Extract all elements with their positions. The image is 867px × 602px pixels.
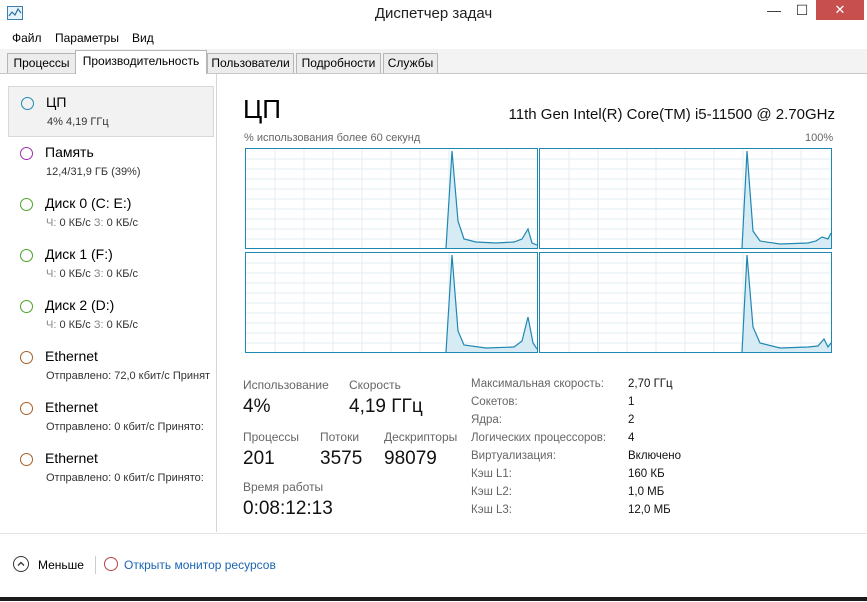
ethernet-indicator-icon — [20, 351, 33, 364]
open-resource-monitor-link[interactable]: Открыть монитор ресурсов — [124, 558, 276, 572]
footer-bar: Меньше Открыть монитор ресурсов — [0, 533, 867, 602]
menu-bar: Файл Параметры Вид — [0, 29, 867, 49]
prop-label: Ядра: — [471, 414, 503, 426]
prop-value: 160 КБ — [628, 468, 665, 480]
sidebar-item-ethernet-3[interactable]: Ethernet Отправлено: 0 кбит/с Принято: — [8, 443, 212, 492]
prop-label: Сокетов: — [471, 396, 518, 408]
window-title: Диспетчер задач — [374, 5, 493, 22]
chevron-up-icon[interactable] — [13, 556, 29, 572]
speed-value: 4,19 ГГц — [349, 396, 423, 417]
sidebar-item-memory[interactable]: Память 12,4/31,9 ГБ (39%) — [8, 137, 212, 186]
tab-users[interactable]: Пользователи — [207, 53, 294, 73]
sidebar-item-title: Память — [45, 144, 94, 160]
prop-label: Кэш L3: — [471, 504, 512, 516]
prop-value: 2 — [628, 414, 635, 426]
resource-monitor-icon[interactable] — [104, 557, 118, 571]
cpu-graph-core-2[interactable] — [245, 252, 538, 353]
sidebar-item-title: Ethernet — [45, 348, 98, 364]
sidebar-item-title: Ethernet — [45, 399, 98, 415]
prop-value: 1 — [628, 396, 635, 408]
disk-indicator-icon — [20, 249, 33, 262]
prop-value: 12,0 МБ — [628, 504, 671, 516]
prop-value: 1,0 МБ — [628, 486, 665, 498]
graph-caption: % использования более 60 секунд — [244, 132, 421, 144]
sidebar-item-subtitle: 12,4/31,9 ГБ (39%) — [46, 166, 141, 178]
minimize-button[interactable]: — — [760, 0, 788, 20]
tab-processes[interactable]: Процессы — [7, 53, 76, 73]
memory-indicator-icon — [20, 147, 33, 160]
prop-value: Включено — [628, 450, 682, 462]
prop-label: Кэш L2: — [471, 486, 512, 498]
processes-label: Процессы — [243, 430, 300, 444]
taskbar-edge — [0, 597, 867, 601]
disk-indicator-icon — [20, 300, 33, 313]
sidebar-item-cpu[interactable]: ЦП 4% 4,19 ГГц — [8, 86, 214, 137]
prop-value: 4 — [628, 432, 635, 444]
sidebar-item-ethernet-1[interactable]: Ethernet Отправлено: 72,0 кбит/с Принят — [8, 341, 212, 390]
threads-label: Потоки — [320, 430, 360, 444]
sidebar-item-disk-0[interactable]: Диск 0 (C: E:) Ч: 0 КБ/с З: 0 КБ/с — [8, 188, 212, 237]
handles-value: 98079 — [384, 448, 437, 469]
close-button[interactable]: ✕ — [816, 0, 864, 20]
prop-value: 2,70 ГГц — [628, 378, 673, 390]
sidebar-item-title: Диск 2 (D:) — [45, 297, 115, 313]
disk-indicator-icon — [20, 198, 33, 211]
usage-value: 4% — [243, 396, 271, 417]
sidebar-item-subtitle: Ч: 0 КБ/с З: 0 КБ/с — [46, 217, 138, 229]
sidebar-item-title: Диск 1 (F:) — [45, 246, 113, 262]
sidebar-item-subtitle: Ч: 0 КБ/с З: 0 КБ/с — [46, 268, 138, 280]
sidebar-item-title: Ethernet — [45, 450, 98, 466]
prop-label: Виртуализация: — [471, 450, 556, 462]
page-title: ЦП — [243, 94, 281, 124]
prop-label: Максимальная скорость: — [471, 378, 604, 390]
sidebar-item-subtitle: Отправлено: 0 кбит/с Принято: — [46, 472, 204, 484]
cpu-graph-core-3[interactable] — [539, 252, 832, 353]
tab-strip: Процессы Производительность Пользователи… — [0, 49, 867, 74]
ethernet-indicator-icon — [20, 402, 33, 415]
prop-label: Логических процессоров: — [471, 432, 607, 444]
sidebar-item-ethernet-2[interactable]: Ethernet Отправлено: 0 кбит/с Принято: — [8, 392, 212, 441]
ethernet-indicator-icon — [20, 453, 33, 466]
title-bar: Диспетчер задач — ☐ ✕ — [0, 0, 867, 28]
divider — [95, 556, 96, 574]
cpu-model-name: 11th Gen Intel(R) Core(TM) i5-11500 @ 2.… — [508, 106, 835, 123]
fewer-details-button[interactable]: Меньше — [38, 558, 84, 572]
menu-view[interactable]: Вид — [132, 31, 154, 45]
prop-label: Кэш L1: — [471, 468, 512, 480]
speed-label: Скорость — [349, 378, 401, 392]
resource-sidebar: ЦП 4% 4,19 ГГц Память 12,4/31,9 ГБ (39%)… — [0, 74, 217, 532]
menu-options[interactable]: Параметры — [55, 31, 119, 45]
tab-details[interactable]: Подробности — [296, 53, 381, 73]
uptime-value: 0:08:12:13 — [243, 498, 333, 519]
menu-file[interactable]: Файл — [12, 31, 42, 45]
sidebar-item-disk-1[interactable]: Диск 1 (F:) Ч: 0 КБ/с З: 0 КБ/с — [8, 239, 212, 288]
tab-services[interactable]: Службы — [383, 53, 438, 73]
cpu-graph-core-0[interactable] — [245, 148, 538, 249]
maximize-button[interactable]: ☐ — [788, 0, 816, 20]
handles-label: Дескрипторы — [384, 430, 458, 444]
sidebar-item-subtitle: Ч: 0 КБ/с З: 0 КБ/с — [46, 319, 138, 331]
sidebar-item-subtitle: 4% 4,19 ГГц — [47, 116, 109, 128]
cpu-indicator-icon — [21, 97, 34, 110]
usage-label: Использование — [243, 378, 329, 392]
graph-max-label: 100% — [805, 132, 834, 144]
sidebar-item-title: Диск 0 (C: E:) — [45, 195, 132, 211]
uptime-label: Время работы — [243, 480, 324, 494]
sidebar-item-subtitle: Отправлено: 72,0 кбит/с Принят — [46, 370, 211, 382]
tab-performance[interactable]: Производительность — [75, 50, 207, 74]
sidebar-item-disk-2[interactable]: Диск 2 (D:) Ч: 0 КБ/с З: 0 КБ/с — [8, 290, 212, 339]
sidebar-item-title: ЦП — [46, 94, 67, 110]
cpu-graph-core-1[interactable] — [539, 148, 832, 249]
cpu-detail-panel: ЦП 11th Gen Intel(R) Core(TM) i5-11500 @… — [217, 74, 867, 532]
threads-value: 3575 — [320, 448, 363, 469]
sidebar-item-subtitle: Отправлено: 0 кбит/с Принято: — [46, 421, 204, 433]
processes-value: 201 — [243, 448, 275, 469]
